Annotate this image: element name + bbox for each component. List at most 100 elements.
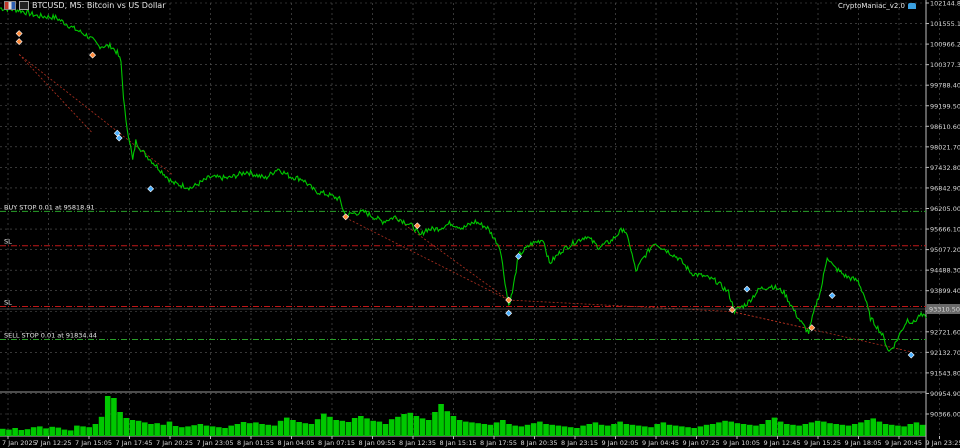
time-tick-label: 8 Jan 09:55 xyxy=(359,439,396,447)
volume-bar xyxy=(833,424,839,436)
volume-bar xyxy=(148,424,154,436)
volume-bar xyxy=(333,420,339,436)
current-price-label: 93310.50 xyxy=(929,306,960,314)
volume-bar xyxy=(49,426,55,436)
volume-bar xyxy=(80,426,86,436)
volume-bar xyxy=(648,427,654,436)
volume-bar xyxy=(425,420,432,436)
volume-bar xyxy=(635,425,642,436)
price-tick-label: 96205.00 xyxy=(930,205,960,213)
volume-bar xyxy=(703,424,710,436)
time-tick-label: 9 Jan 23:25 xyxy=(926,439,960,447)
volume-bar xyxy=(555,425,562,436)
chart-menu-icon[interactable] xyxy=(19,1,29,10)
volume-bar xyxy=(456,420,463,436)
chart-window-icon[interactable] xyxy=(4,1,16,10)
volume-bar xyxy=(611,424,617,436)
time-tick-label: 7 Jan 15:05 xyxy=(75,439,112,447)
volume-bar xyxy=(642,426,648,436)
volume-bar xyxy=(543,424,549,436)
volume-bar xyxy=(203,425,210,436)
volume-bar xyxy=(283,417,290,436)
trade-path-line xyxy=(394,217,509,301)
volume-bar xyxy=(432,412,438,436)
volume-bar xyxy=(265,424,272,436)
buy-deal-marker[interactable] xyxy=(907,351,915,359)
volume-bar xyxy=(660,422,667,436)
volume-bar xyxy=(629,424,636,436)
buy-deal-marker[interactable] xyxy=(828,292,836,299)
time-tick-label: 7 Jan 23:05 xyxy=(197,439,234,447)
volume-bar xyxy=(777,421,784,436)
volume-bar xyxy=(876,421,883,436)
volume-bar xyxy=(154,423,160,436)
volume-bar xyxy=(197,424,204,436)
time-tick-label: 9 Jan 04:45 xyxy=(642,439,679,447)
volume-bar xyxy=(314,419,321,436)
time-tick-label: 9 Jan 02:05 xyxy=(602,439,639,447)
volume-bar xyxy=(592,422,599,436)
volume-bar xyxy=(179,427,185,436)
volume-bar xyxy=(321,413,327,436)
volume-bar xyxy=(18,430,25,436)
price-tick-label: 98021.70 xyxy=(930,143,960,151)
price-tick-label: 99199.50 xyxy=(930,102,960,110)
volume-bar xyxy=(524,424,531,436)
buy-deal-marker[interactable] xyxy=(743,285,751,293)
volume-bar xyxy=(339,420,346,436)
buy-deal-marker[interactable] xyxy=(147,185,155,193)
volume-bar xyxy=(518,426,525,436)
volume-bar xyxy=(172,426,179,436)
sell-deal-marker[interactable] xyxy=(342,213,350,221)
volume-bar xyxy=(845,425,852,436)
volume-bar xyxy=(500,420,506,436)
time-tick-label: 8 Jan 04:05 xyxy=(278,439,315,447)
trading-chart-window[interactable]: BUY STOP 0.01 at 95818.91 SELL STOP 0.01 … xyxy=(0,0,960,448)
volume-bar xyxy=(55,427,62,436)
price-chart[interactable]: BUY STOP 0.01 at 95818.91 SELL STOP 0.01 … xyxy=(0,0,960,448)
volume-bar xyxy=(882,424,889,436)
expert-advisor-label[interactable]: CryptoManiac_v2.0 xyxy=(838,2,916,10)
volume-bar xyxy=(790,424,796,436)
sell-deal-marker[interactable] xyxy=(413,222,421,230)
volume-bar xyxy=(487,424,494,436)
volume-bar xyxy=(111,398,117,436)
volume-bar xyxy=(308,424,315,436)
volume-bar xyxy=(463,421,469,436)
volume-bar xyxy=(574,428,580,436)
volume-bar xyxy=(481,424,488,436)
volume-bar xyxy=(117,412,123,436)
sell-deal-marker[interactable] xyxy=(89,51,97,59)
volume-bar xyxy=(734,423,741,436)
volume-bar xyxy=(623,424,630,436)
volume-bar xyxy=(98,416,105,436)
volume-bar xyxy=(30,427,37,436)
volume-bar xyxy=(376,421,383,436)
volume-bar xyxy=(895,425,901,436)
volume-bar xyxy=(407,412,414,436)
volume-bar xyxy=(901,426,907,436)
volume-bar xyxy=(401,414,407,436)
volume-bar xyxy=(586,424,593,436)
chart-header: BTCUSD, M5: Bitcoin vs US Dollar xyxy=(4,1,166,10)
volume-bar xyxy=(370,420,376,436)
volume-bar xyxy=(253,422,259,436)
sell-deal-marker[interactable] xyxy=(15,30,23,37)
price-tick-label: 101555.10 xyxy=(930,20,960,28)
sell-deal-marker[interactable] xyxy=(15,38,23,46)
volume-bar xyxy=(327,416,333,436)
volume-bar xyxy=(561,426,568,436)
volume-bar xyxy=(240,422,247,436)
time-tick-label: 7 Jan 2025 xyxy=(2,439,37,447)
volume-bar xyxy=(493,422,500,436)
volume-bar xyxy=(679,426,685,436)
volume-bar xyxy=(395,416,401,436)
volume-bar xyxy=(506,424,512,436)
volume-bar xyxy=(814,420,821,436)
volume-bar xyxy=(296,422,302,436)
time-tick-label: 7 Jan 17:45 xyxy=(116,439,153,447)
volume-bar xyxy=(604,425,611,436)
price-tick-label: 94488.30 xyxy=(930,267,960,275)
time-tick-label: 9 Jan 07:25 xyxy=(683,439,720,447)
volume-bar xyxy=(438,404,444,436)
